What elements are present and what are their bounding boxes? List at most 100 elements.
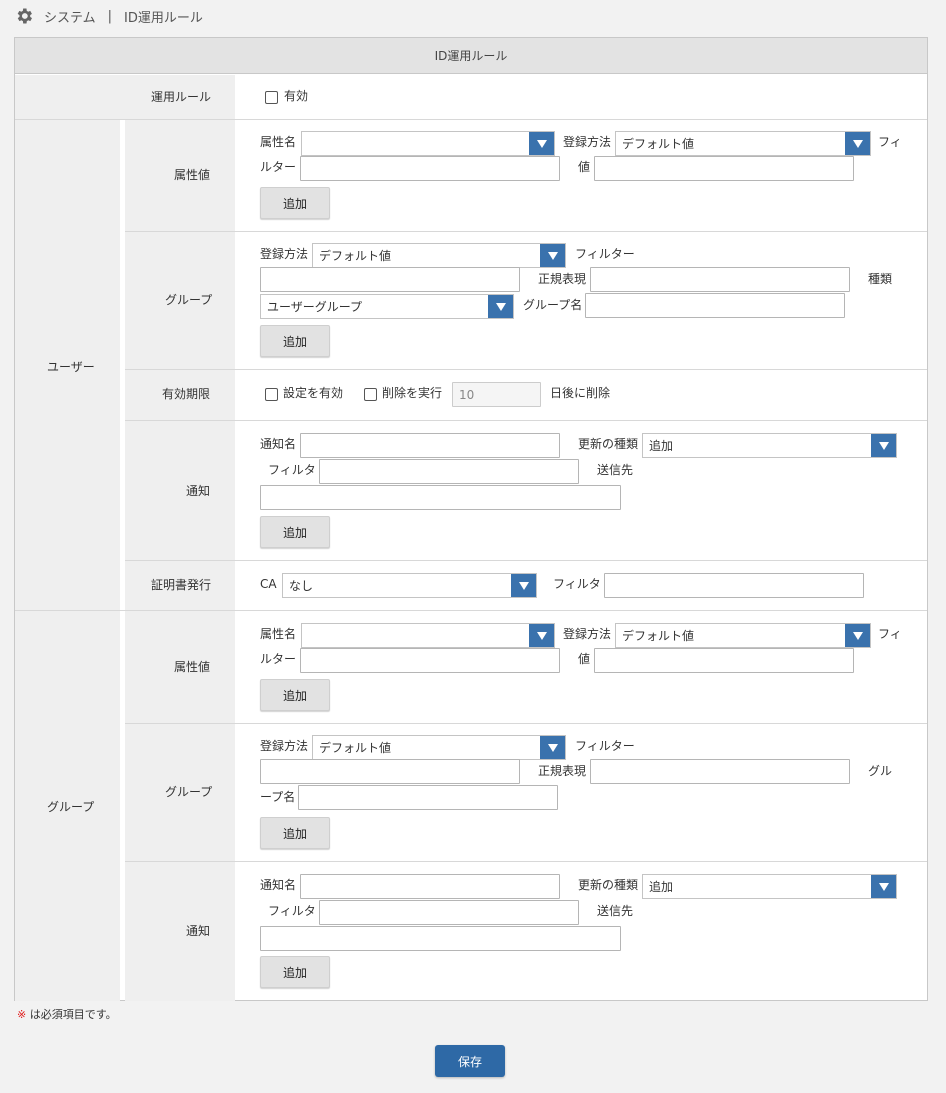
type-select[interactable]: ユーザーグループ: [260, 294, 514, 319]
breadcrumb-system[interactable]: システム: [44, 7, 96, 26]
panel-header: ID運用ルール: [15, 38, 927, 74]
reg-method-label: 登録方法: [260, 739, 309, 753]
delete-label: 削除を実行: [382, 386, 443, 400]
group-name-input[interactable]: [298, 785, 558, 810]
section-notify-label: 通知: [186, 924, 211, 938]
row-divider: [125, 420, 927, 421]
filter-input[interactable]: [300, 156, 560, 181]
delete-checkbox[interactable]: [364, 388, 377, 401]
reg-method-label: 登録方法: [563, 627, 612, 641]
expiry-enable-checkbox[interactable]: [265, 388, 278, 401]
row-divider: [125, 369, 927, 370]
add-button[interactable]: 追加: [260, 516, 330, 548]
type-value: ユーザーグループ: [267, 300, 363, 314]
cert-filter-input[interactable]: [604, 573, 864, 598]
chevron-down-icon: [511, 574, 536, 597]
chevron-down-icon: [871, 875, 896, 898]
ca-select[interactable]: なし: [282, 573, 537, 598]
filter-input[interactable]: [260, 267, 520, 292]
days-after-label: 日後に削除: [550, 386, 611, 400]
days-input[interactable]: 10: [452, 382, 541, 407]
update-type-select[interactable]: 追加: [642, 874, 897, 899]
filter-label: フィルター: [575, 739, 635, 753]
chevron-down-icon: [529, 624, 554, 647]
filter-label-b: ルター: [260, 652, 297, 666]
panel-title: ID運用ルール: [434, 49, 508, 63]
row-divider: [125, 861, 927, 862]
add-button[interactable]: 追加: [260, 817, 330, 849]
filter-input[interactable]: [319, 459, 579, 484]
notify-name-input[interactable]: [300, 874, 560, 899]
filter-label-a: フィ: [878, 627, 902, 641]
recipient-label: 送信先: [597, 463, 634, 477]
reg-method-select[interactable]: デフォルト値: [312, 243, 566, 268]
add-button[interactable]: 追加: [260, 679, 330, 711]
add-button[interactable]: 追加: [260, 325, 330, 357]
reg-method-select[interactable]: デフォルト値: [615, 131, 871, 156]
filter-label: フィルター: [575, 247, 635, 261]
section-group-label: グループ: [165, 293, 213, 307]
chevron-down-icon: [871, 434, 896, 457]
regex-input[interactable]: [590, 267, 850, 292]
update-type-label: 更新の種類: [578, 437, 639, 451]
required-text: は必須項目です。: [29, 1008, 117, 1021]
reg-method-select[interactable]: デフォルト値: [615, 623, 871, 648]
required-note: ※ は必須項目です。: [17, 1006, 117, 1022]
rule-label: 運用ルール: [151, 90, 212, 104]
update-type-label: 更新の種類: [578, 878, 639, 892]
breadcrumb-current: ID運用ルール: [124, 10, 203, 26]
reg-method-select[interactable]: デフォルト値: [312, 735, 566, 760]
category-group: グループ: [47, 800, 95, 814]
breadcrumb: システム | ID運用ルール: [14, 5, 203, 27]
group-name-label-b: ープ名: [260, 790, 296, 804]
update-type-select[interactable]: 追加: [642, 433, 897, 458]
attr-name-select[interactable]: [301, 623, 555, 648]
rule-enabled-checkbox[interactable]: [265, 91, 278, 104]
breadcrumb-separator: |: [107, 8, 113, 24]
filter-input[interactable]: [260, 759, 520, 784]
chevron-down-icon: [488, 295, 513, 318]
value-label: 値: [578, 160, 591, 174]
chevron-down-icon: [845, 624, 870, 647]
add-button[interactable]: 追加: [260, 956, 330, 988]
section-attr-label: 属性値: [174, 660, 211, 674]
section-group-label: グループ: [165, 785, 213, 799]
group-name-input[interactable]: [585, 293, 845, 318]
add-button[interactable]: 追加: [260, 187, 330, 219]
group-name-label-a: グル: [868, 764, 893, 778]
gear-icon: [17, 8, 32, 24]
row-divider: [125, 231, 927, 232]
ca-label: CA: [260, 577, 277, 591]
save-button[interactable]: 保存: [435, 1045, 505, 1077]
regex-label: 正規表現: [538, 764, 587, 778]
expiry-enable-label: 設定を有効: [283, 386, 344, 400]
group-name-label: グループ名: [523, 298, 583, 312]
attr-name-label: 属性名: [260, 135, 297, 149]
notify-name-label: 通知名: [260, 437, 297, 451]
reg-method-value: デフォルト値: [622, 629, 695, 643]
attr-name-select[interactable]: [301, 131, 555, 156]
attr-name-label: 属性名: [260, 627, 297, 641]
filter-label-a: フィ: [878, 135, 902, 149]
section-attr-label: 属性値: [174, 168, 211, 182]
value-input[interactable]: [594, 156, 854, 181]
required-mark: ※: [17, 1008, 27, 1021]
chevron-down-icon: [540, 244, 565, 267]
recipient-input[interactable]: [260, 926, 621, 951]
filter-input[interactable]: [319, 900, 579, 925]
row-divider: [125, 723, 927, 724]
reg-method-value: デフォルト値: [319, 249, 392, 263]
notify-name-input[interactable]: [300, 433, 560, 458]
reg-method-value: デフォルト値: [319, 741, 392, 755]
regex-input[interactable]: [590, 759, 850, 784]
rule-panel: ID運用ルール 運用ルール 有効 ユーザー グループ 属性値 属性名 登録方法 …: [14, 37, 928, 1001]
type-label: 種類: [868, 272, 893, 286]
recipient-input[interactable]: [260, 485, 621, 510]
section-expiry-label: 有効期限: [162, 387, 211, 401]
reg-method-label: 登録方法: [260, 247, 309, 261]
ca-value: なし: [289, 579, 314, 593]
value-input[interactable]: [594, 648, 854, 673]
reg-method-value: デフォルト値: [622, 137, 695, 151]
rule-enabled-label: 有効: [284, 89, 309, 103]
filter-input[interactable]: [300, 648, 560, 673]
